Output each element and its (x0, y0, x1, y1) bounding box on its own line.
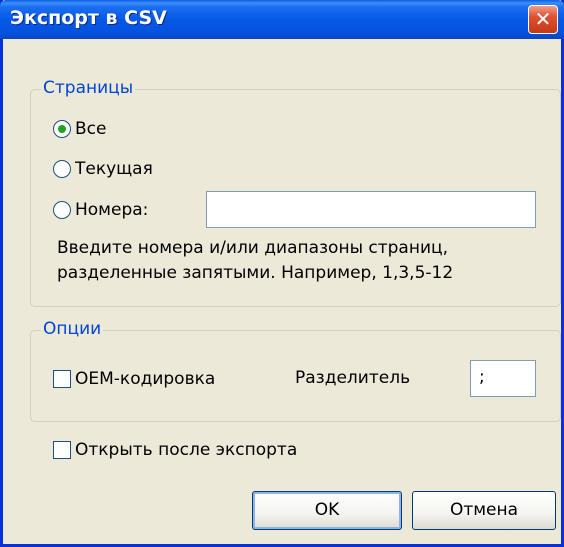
page-range-help: Введите номера и/или диапазоны страниц, … (57, 236, 453, 286)
radio-all-button[interactable] (53, 120, 71, 138)
oem-checkbox-label: OEM-кодировка (75, 369, 216, 389)
radio-numbers-label: Номера: (75, 200, 149, 220)
pages-legend: Страницы (41, 78, 136, 98)
separator-value: ; (479, 367, 485, 387)
options-legend: Опции (41, 319, 104, 339)
radio-numbers-button[interactable] (53, 201, 71, 219)
radio-current-button[interactable] (53, 160, 71, 178)
radio-current[interactable]: Текущая (53, 159, 153, 179)
close-icon: ✕ (534, 7, 552, 31)
dialog-title: Экспорт в CSV (10, 7, 167, 29)
export-csv-dialog: Экспорт в CSV ✕ Страницы Все Текущая Ном… (0, 0, 564, 547)
oem-encoding-checkbox[interactable]: OEM-кодировка (53, 369, 215, 389)
open-after-export-checkbox[interactable]: Открыть после экспорта (53, 440, 297, 460)
radio-current-label: Текущая (75, 159, 153, 179)
open-after-checkbox-box[interactable] (53, 441, 71, 459)
radio-numbers[interactable]: Номера: (53, 200, 148, 220)
radio-all-label: Все (75, 119, 107, 139)
close-button[interactable]: ✕ (528, 5, 558, 34)
separator-label: Разделитель (295, 368, 411, 388)
open-after-checkbox-label: Открыть после экспорта (75, 440, 298, 460)
radio-all[interactable]: Все (53, 119, 106, 139)
help-line-1: Введите номера и/или диапазоны страниц, (57, 238, 448, 258)
page-range-input[interactable] (206, 191, 536, 228)
cancel-button[interactable]: Отмена (412, 491, 556, 530)
separator-input[interactable]: ; (470, 360, 536, 397)
help-line-2: разделенные запятыми. Например, 1,3,5-12 (57, 263, 454, 283)
oem-checkbox-box[interactable] (53, 370, 71, 388)
ok-button[interactable]: OK (252, 491, 402, 530)
title-bar[interactable]: Экспорт в CSV ✕ (0, 0, 564, 39)
